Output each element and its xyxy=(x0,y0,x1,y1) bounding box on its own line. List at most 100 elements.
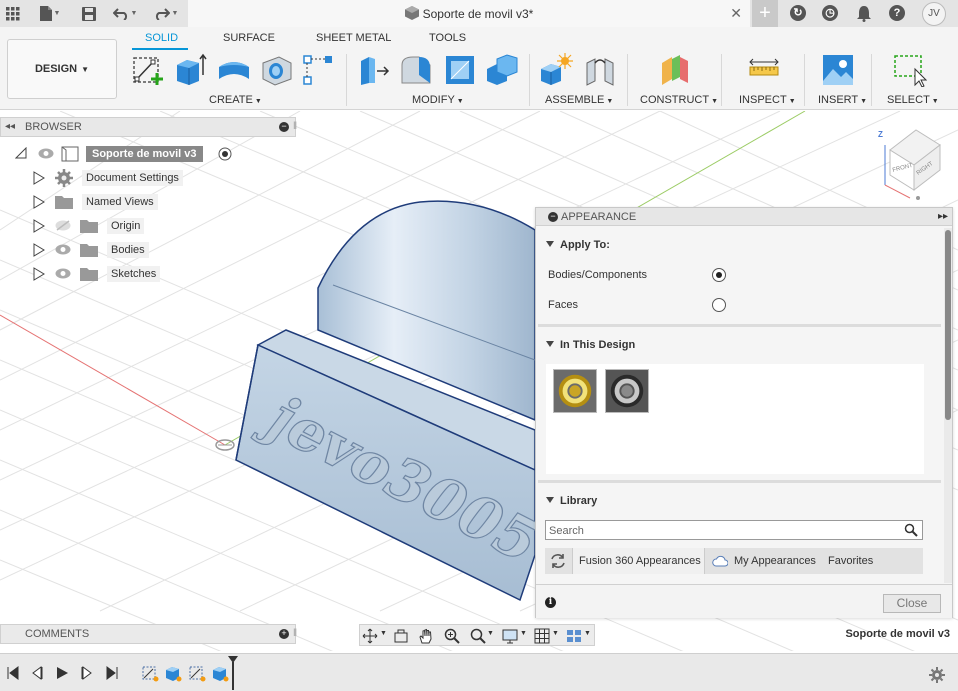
pattern-icon[interactable] xyxy=(301,53,335,87)
expand-arrow-icon[interactable] xyxy=(33,171,45,185)
clock-icon[interactable]: ◷ xyxy=(822,5,838,21)
orbit-icon[interactable] xyxy=(362,628,378,644)
visibility-eye-icon[interactable] xyxy=(55,268,71,279)
shell-icon[interactable] xyxy=(443,53,477,87)
scrollbar-thumb[interactable] xyxy=(945,230,951,420)
close-button[interactable]: Close xyxy=(883,594,941,613)
grid-dropdown-icon[interactable]: ▼ xyxy=(552,630,559,637)
joint-icon[interactable] xyxy=(583,53,617,87)
step-back-icon[interactable] xyxy=(30,666,44,680)
close-tab-icon[interactable]: ✕ xyxy=(730,5,742,22)
tab-favorites[interactable]: Favorites xyxy=(828,548,873,574)
workspace-switcher[interactable]: DESIGN ▼ xyxy=(7,39,117,99)
pan-hand-icon[interactable] xyxy=(418,628,434,644)
modify-menu[interactable]: MODIFY ▼ xyxy=(412,94,464,106)
gear-icon[interactable] xyxy=(929,667,945,683)
redo-button[interactable]: ▼ xyxy=(150,0,182,27)
zoom-icon[interactable] xyxy=(444,628,460,644)
activate-radio-icon[interactable] xyxy=(218,147,232,161)
display-settings-icon[interactable] xyxy=(502,628,518,644)
section-collapse-icon[interactable] xyxy=(546,497,554,503)
new-component-icon[interactable] xyxy=(539,53,573,87)
gold-appearance-swatch[interactable] xyxy=(553,369,597,413)
tab-sheet-metal[interactable]: SHEET METAL xyxy=(316,32,391,44)
app-grid-icon[interactable] xyxy=(2,0,24,27)
go-to-start-icon[interactable] xyxy=(6,666,20,680)
browser-panel-header[interactable]: ◂◂ BROWSER − ‖ xyxy=(0,117,297,137)
grid-settings-icon[interactable] xyxy=(534,628,550,644)
visibility-eye-icon[interactable] xyxy=(38,148,54,159)
help-icon[interactable]: ? xyxy=(889,5,905,21)
create-menu[interactable]: CREATE ▼ xyxy=(209,94,262,106)
search-icon[interactable] xyxy=(904,523,918,537)
view-cube[interactable]: FRONT RIGHT Z xyxy=(878,129,941,200)
collapse-triangle-icon[interactable] xyxy=(15,147,27,159)
expand-arrow-icon[interactable] xyxy=(33,195,45,209)
tab-surface[interactable]: SURFACE xyxy=(223,32,275,44)
notifications-icon[interactable] xyxy=(855,0,873,27)
tab-solid[interactable]: SOLID xyxy=(145,32,178,44)
comments-panel-header[interactable]: COMMENTS + ‖ xyxy=(0,624,297,644)
apply-to-section[interactable]: Apply To: xyxy=(546,239,610,251)
timeline-marker-handle[interactable] xyxy=(227,654,239,690)
save-icon[interactable] xyxy=(80,0,98,27)
info-icon[interactable]: i xyxy=(545,597,556,608)
press-pull-icon[interactable] xyxy=(357,53,391,87)
expand-arrow-icon[interactable] xyxy=(33,267,45,281)
fit-icon[interactable] xyxy=(470,628,486,644)
orbit-dropdown-icon[interactable]: ▼ xyxy=(380,630,387,637)
phone-stand-body[interactable]: jevo3005 xyxy=(235,200,556,602)
pin-handle-icon[interactable]: ‖ xyxy=(293,628,297,639)
timeline-sketch-feature-icon[interactable] xyxy=(141,664,159,682)
library-section[interactable]: Library xyxy=(546,495,597,507)
insert-image-icon[interactable] xyxy=(821,53,855,87)
minimize-icon[interactable]: − xyxy=(279,122,289,132)
expand-arrow-icon[interactable] xyxy=(33,243,45,257)
bodies-components-radio[interactable] xyxy=(712,268,726,282)
hidden-eye-icon[interactable] xyxy=(55,220,71,231)
measure-icon[interactable] xyxy=(747,53,781,87)
insert-menu[interactable]: INSERT ▼ xyxy=(818,94,867,106)
document-tab[interactable]: Soporte de movil v3* ✕ xyxy=(188,0,750,27)
undo-button[interactable]: ▼ xyxy=(110,0,140,27)
appearance-header[interactable]: − APPEARANCE ▸▸ xyxy=(536,208,952,226)
extrude-icon[interactable] xyxy=(173,53,207,87)
job-status-icon[interactable]: ↻ xyxy=(790,5,806,21)
play-icon[interactable] xyxy=(55,666,69,680)
offset-plane-icon[interactable] xyxy=(658,53,692,87)
combine-icon[interactable] xyxy=(485,53,519,87)
minimize-icon[interactable]: − xyxy=(548,212,558,222)
construct-menu[interactable]: CONSTRUCT ▼ xyxy=(640,94,718,106)
revolve-icon[interactable] xyxy=(217,53,251,87)
section-collapse-icon[interactable] xyxy=(546,241,554,247)
pin-handle-icon[interactable]: ‖ xyxy=(293,121,297,132)
new-tab-button[interactable]: + xyxy=(752,0,778,27)
window-select-icon[interactable] xyxy=(893,53,927,87)
faces-radio[interactable] xyxy=(712,298,726,312)
fillet-icon[interactable] xyxy=(399,53,433,87)
step-forward-icon[interactable] xyxy=(80,666,94,680)
refresh-icon[interactable] xyxy=(549,552,567,570)
hole-icon[interactable] xyxy=(259,53,293,87)
select-menu[interactable]: SELECT ▼ xyxy=(887,94,939,106)
expand-arrow-icon[interactable] xyxy=(33,219,45,233)
assemble-menu[interactable]: ASSEMBLE ▼ xyxy=(545,94,613,106)
look-at-icon[interactable] xyxy=(393,628,409,644)
inspect-menu[interactable]: INSPECT ▼ xyxy=(739,94,796,106)
display-dropdown-icon[interactable]: ▼ xyxy=(520,630,527,637)
go-to-end-icon[interactable] xyxy=(105,666,119,680)
add-comment-icon[interactable]: + xyxy=(279,629,289,639)
timeline-sketch-feature-icon[interactable] xyxy=(188,664,206,682)
create-sketch-icon[interactable] xyxy=(131,53,165,87)
zoom-dropdown-icon[interactable]: ▼ xyxy=(487,630,494,637)
section-collapse-icon[interactable] xyxy=(546,341,554,347)
file-menu-button[interactable]: ▼ xyxy=(34,0,66,27)
steel-appearance-swatch[interactable] xyxy=(605,369,649,413)
avatar[interactable]: JV xyxy=(922,2,946,26)
collapse-panel-icon[interactable]: ◂◂ xyxy=(5,121,15,132)
expand-panel-icon[interactable]: ▸▸ xyxy=(938,211,948,222)
visibility-eye-icon[interactable] xyxy=(55,244,71,255)
timeline-extrude-feature-icon[interactable] xyxy=(164,664,182,682)
tab-my-appearances[interactable]: My Appearances xyxy=(734,548,816,574)
tab-fusion-appearances[interactable]: Fusion 360 Appearances xyxy=(572,548,705,574)
